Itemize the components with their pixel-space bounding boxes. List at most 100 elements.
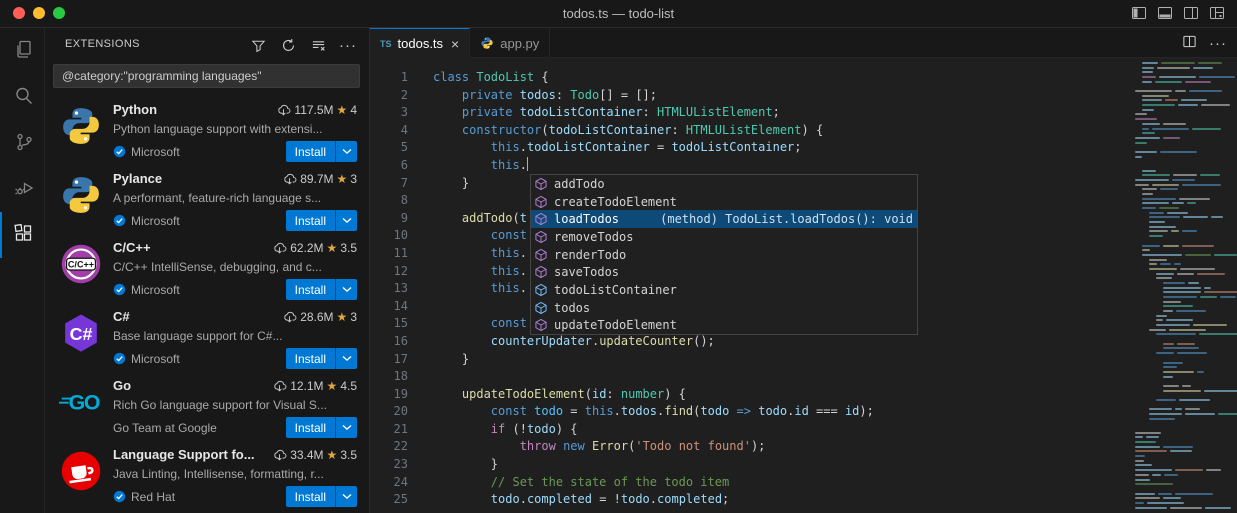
- suggest-item[interactable]: removeTodos: [531, 228, 917, 246]
- title-bar: todos.ts — todo-list: [0, 0, 1237, 28]
- code-line[interactable]: 23 }: [370, 456, 1130, 474]
- split-editor-icon[interactable]: [1182, 34, 1197, 52]
- sidebar-item-extensions[interactable]: [0, 212, 45, 258]
- extension-stats: 33.4M★3.5: [266, 448, 357, 462]
- extension-stats: 89.7M★3: [276, 172, 357, 186]
- sidebar-item-search[interactable]: [0, 74, 45, 120]
- refresh-icon[interactable]: [279, 36, 297, 54]
- code-line[interactable]: 20 const todo = this.todos.find(todo => …: [370, 403, 1130, 421]
- suggest-item[interactable]: renderTodo: [531, 246, 917, 264]
- install-dropdown-icon[interactable]: [335, 210, 357, 231]
- extension-description: Base language support for C#...: [113, 329, 357, 344]
- star-icon: ★: [337, 172, 348, 186]
- install-button-label[interactable]: Install: [286, 417, 335, 438]
- extension-name: C/C++: [113, 240, 151, 255]
- code-line[interactable]: 4 constructor(todoListContainer: HTMLULi…: [370, 122, 1130, 140]
- toggle-secondary-sidebar-icon[interactable]: [1183, 5, 1199, 21]
- method-icon: [534, 264, 550, 280]
- code-line[interactable]: 1class TodoList {: [370, 69, 1130, 87]
- install-dropdown-icon[interactable]: [335, 417, 357, 438]
- code-line[interactable]: 16 counterUpdater.updateCounter();: [370, 333, 1130, 351]
- suggest-detail: (method) TodoList.loadTodos(): void: [648, 212, 913, 226]
- extension-row[interactable]: Python117.5M★4Python language support wi…: [45, 94, 369, 163]
- code-line[interactable]: 18: [370, 368, 1130, 386]
- minimap-line: [1142, 188, 1178, 190]
- clear-extension-search-icon[interactable]: [309, 36, 327, 54]
- install-button-label[interactable]: Install: [286, 486, 335, 507]
- code-line[interactable]: 2 private todos: Todo[] = [];: [370, 87, 1130, 105]
- code-line[interactable]: 19 updateTodoElement(id: number) {: [370, 386, 1130, 404]
- code-line[interactable]: 3 private todoListContainer: HTMLUListEl…: [370, 104, 1130, 122]
- toggle-primary-sidebar-icon[interactable]: [1131, 5, 1147, 21]
- minimap-line: [1149, 230, 1197, 232]
- code-line[interactable]: 21 if (!todo) {: [370, 421, 1130, 439]
- suggest-item[interactable]: todos: [531, 299, 917, 317]
- more-actions-icon[interactable]: ···: [339, 36, 357, 54]
- suggest-item[interactable]: updateTodoElement: [531, 317, 917, 335]
- extension-stats: 12.1M★4.5: [266, 379, 357, 393]
- install-button-label[interactable]: Install: [286, 279, 335, 300]
- line-number: 10: [370, 227, 408, 245]
- extensions-search-input[interactable]: [53, 64, 360, 88]
- install-dropdown-icon[interactable]: [335, 348, 357, 369]
- sidebar-item-source-control[interactable]: [0, 120, 45, 166]
- code-line[interactable]: 5 this.todoListContainer = todoListConta…: [370, 139, 1130, 157]
- search-icon: [12, 84, 36, 111]
- install-dropdown-icon[interactable]: [335, 486, 357, 507]
- install-button[interactable]: Install: [286, 348, 357, 369]
- suggest-item[interactable]: loadTodos(method) TodoList.loadTodos(): …: [531, 210, 917, 228]
- rating-value: 3: [350, 310, 357, 324]
- minimap-line: [1142, 174, 1220, 176]
- line-content: todo.completed = !todo.completed;: [408, 491, 729, 509]
- line-content: constructor(todoListContainer: HTMLUList…: [408, 122, 823, 140]
- extension-row[interactable]: GOGo12.1M★4.5Rich Go language support fo…: [45, 370, 369, 439]
- filter-icon[interactable]: [249, 36, 267, 54]
- line-number: 18: [370, 368, 408, 386]
- extension-row[interactable]: Language Support fo...33.4M★3.5Java Lint…: [45, 439, 369, 508]
- extension-row[interactable]: C#C#28.6M★3Base language support for C#.…: [45, 301, 369, 370]
- extension-row[interactable]: C/C++C/C++62.2M★3.5C/C++ IntelliSense, d…: [45, 232, 369, 301]
- code-line[interactable]: 22 throw new Error('Todo not found');: [370, 438, 1130, 456]
- tab-app-py[interactable]: app.py: [470, 28, 550, 58]
- more-actions-icon[interactable]: ···: [1209, 35, 1227, 52]
- minimap-line: [1156, 333, 1237, 335]
- extension-name: C#: [113, 309, 130, 324]
- suggest-label: renderTodo: [554, 248, 626, 262]
- minimap-line: [1163, 362, 1183, 364]
- install-button[interactable]: Install: [286, 417, 357, 438]
- download-icon: [272, 448, 287, 462]
- code-line[interactable]: 6 this.: [370, 157, 1130, 175]
- line-number: 17: [370, 351, 408, 369]
- install-button[interactable]: Install: [286, 486, 357, 507]
- star-icon: ★: [327, 448, 338, 462]
- toggle-panel-icon[interactable]: [1157, 5, 1173, 21]
- suggest-item[interactable]: addTodo: [531, 175, 917, 193]
- minimap[interactable]: [1130, 58, 1237, 513]
- extension-row[interactable]: Pylance89.7M★3A performant, feature-rich…: [45, 163, 369, 232]
- install-button[interactable]: Install: [286, 141, 357, 162]
- suggest-item[interactable]: createTodoElement: [531, 193, 917, 211]
- install-dropdown-icon[interactable]: [335, 279, 357, 300]
- code-line[interactable]: 24 // Set the state of the todo item: [370, 474, 1130, 492]
- minimap-line: [1135, 156, 1142, 158]
- extension-publisher: Microsoft: [113, 352, 180, 366]
- minimap-line: [1149, 216, 1223, 218]
- suggest-item[interactable]: todoListContainer: [531, 281, 917, 299]
- line-content: counterUpdater.updateCounter();: [408, 333, 715, 351]
- minimap-line: [1156, 319, 1193, 321]
- install-button[interactable]: Install: [286, 210, 357, 231]
- sidebar-item-run-debug[interactable]: [0, 166, 45, 212]
- install-dropdown-icon[interactable]: [335, 141, 357, 162]
- verified-publisher-icon: [113, 214, 126, 227]
- code-line[interactable]: 25 todo.completed = !todo.completed;: [370, 491, 1130, 509]
- install-button[interactable]: Install: [286, 279, 357, 300]
- install-button-label[interactable]: Install: [286, 141, 335, 162]
- install-button-label[interactable]: Install: [286, 348, 335, 369]
- tab-todos-ts[interactable]: TS todos.ts ×: [370, 28, 470, 58]
- sidebar-item-explorer[interactable]: [0, 28, 45, 74]
- code-line[interactable]: 17 }: [370, 351, 1130, 369]
- suggest-item[interactable]: saveTodos: [531, 263, 917, 281]
- customize-layout-icon[interactable]: [1209, 5, 1225, 21]
- close-tab-icon[interactable]: ×: [451, 36, 459, 52]
- install-button-label[interactable]: Install: [286, 210, 335, 231]
